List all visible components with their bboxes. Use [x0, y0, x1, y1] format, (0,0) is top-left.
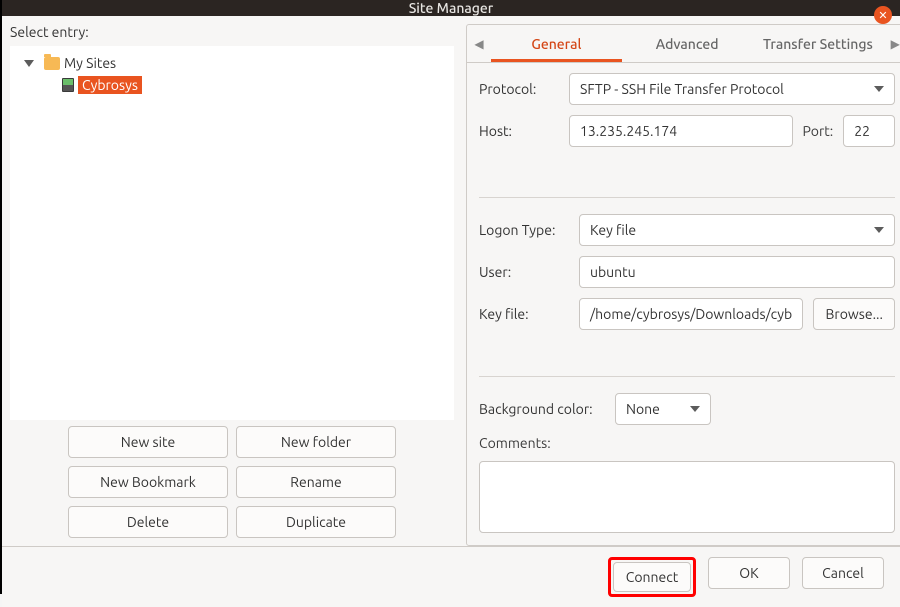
user-input[interactable]: ubuntu	[579, 256, 895, 288]
tab-general[interactable]: General	[491, 25, 622, 62]
tree-site-label: Cybrosys	[78, 76, 142, 94]
delete-button[interactable]: Delete	[68, 506, 228, 538]
chevron-down-icon	[874, 86, 884, 92]
spacer	[479, 157, 895, 181]
user-label: User:	[479, 264, 569, 280]
cancel-button[interactable]: Cancel	[802, 557, 884, 589]
tab-bar: ◀ General Advanced Transfer Settings ▶	[467, 25, 900, 63]
keyfile-row: Key file: /home/cybrosys/Downloads/cyb B…	[479, 298, 895, 330]
host-value: 13.235.245.174	[580, 123, 677, 139]
chevron-down-icon	[874, 227, 884, 233]
tree-root-row[interactable]: My Sites	[14, 52, 450, 74]
tree-root-label: My Sites	[64, 55, 116, 71]
user-value: ubuntu	[590, 264, 636, 280]
keyfile-input[interactable]: /home/cybrosys/Downloads/cyb	[579, 298, 803, 330]
new-folder-button[interactable]: New folder	[236, 426, 396, 458]
server-icon	[62, 78, 74, 92]
spacer	[479, 340, 895, 360]
connect-highlight: Connect	[608, 557, 696, 597]
background-color-select[interactable]: None	[615, 393, 711, 425]
user-row: User: ubuntu	[479, 256, 895, 288]
protocol-select[interactable]: SFTP - SSH File Transfer Protocol	[569, 73, 895, 105]
folder-icon	[44, 57, 60, 70]
titlebar: Site Manager ✕	[2, 0, 900, 16]
port-input[interactable]: 22	[843, 115, 895, 147]
tree-site-row[interactable]: Cybrosys	[14, 74, 450, 96]
host-row: Host: 13.235.245.174 Port: 22	[479, 115, 895, 147]
left-panel: Select entry: My Sites Cybrosys New site…	[10, 24, 454, 546]
site-tree[interactable]: My Sites Cybrosys	[10, 46, 454, 420]
new-bookmark-button[interactable]: New Bookmark	[68, 466, 228, 498]
comments-label: Comments:	[479, 435, 895, 451]
logon-type-label: Logon Type:	[479, 222, 569, 238]
tab-scroll-left[interactable]: ◀	[467, 37, 491, 51]
host-label: Host:	[479, 123, 559, 139]
right-panel: ◀ General Advanced Transfer Settings ▶ P…	[466, 24, 900, 546]
logon-type-value: Key file	[590, 222, 636, 238]
select-entry-label: Select entry:	[10, 24, 454, 40]
tab-scroll-right[interactable]: ▶	[883, 37, 900, 51]
protocol-row: Protocol: SFTP - SSH File Transfer Proto…	[479, 73, 895, 105]
duplicate-button[interactable]: Duplicate	[236, 506, 396, 538]
browse-button[interactable]: Browse...	[813, 298, 895, 330]
new-site-button[interactable]: New site	[68, 426, 228, 458]
entry-buttons: New site New folder New Bookmark Rename …	[10, 420, 454, 546]
window-title: Site Manager	[409, 0, 494, 16]
dialog-body: Select entry: My Sites Cybrosys New site…	[2, 16, 900, 546]
general-form: Protocol: SFTP - SSH File Transfer Proto…	[467, 63, 900, 545]
close-icon: ✕	[878, 9, 887, 22]
protocol-label: Protocol:	[479, 81, 559, 97]
comments-textarea[interactable]	[479, 461, 895, 533]
site-manager-window: Site Manager ✕ Select entry: My Sites Cy…	[0, 0, 900, 594]
keyfile-value: /home/cybrosys/Downloads/cyb	[590, 306, 792, 322]
tab-transfer-settings[interactable]: Transfer Settings	[753, 25, 884, 62]
separator	[479, 376, 895, 377]
logon-type-select[interactable]: Key file	[579, 214, 895, 246]
ok-button[interactable]: OK	[708, 557, 790, 589]
host-input[interactable]: 13.235.245.174	[569, 115, 793, 147]
chevron-down-icon[interactable]	[24, 60, 34, 67]
rename-button[interactable]: Rename	[236, 466, 396, 498]
port-value: 22	[854, 123, 870, 139]
dialog-footer: Connect OK Cancel	[2, 546, 900, 607]
protocol-value: SFTP - SSH File Transfer Protocol	[580, 81, 784, 97]
separator	[479, 197, 895, 198]
tab-advanced[interactable]: Advanced	[622, 25, 753, 62]
background-color-label: Background color:	[479, 401, 605, 417]
chevron-down-icon	[690, 406, 700, 412]
bgcolor-row: Background color: None	[479, 393, 895, 425]
connect-button[interactable]: Connect	[613, 562, 691, 592]
logon-row: Logon Type: Key file	[479, 214, 895, 246]
close-button[interactable]: ✕	[874, 6, 892, 24]
port-label: Port:	[803, 123, 834, 139]
background-color-value: None	[626, 401, 660, 417]
keyfile-label: Key file:	[479, 306, 569, 322]
